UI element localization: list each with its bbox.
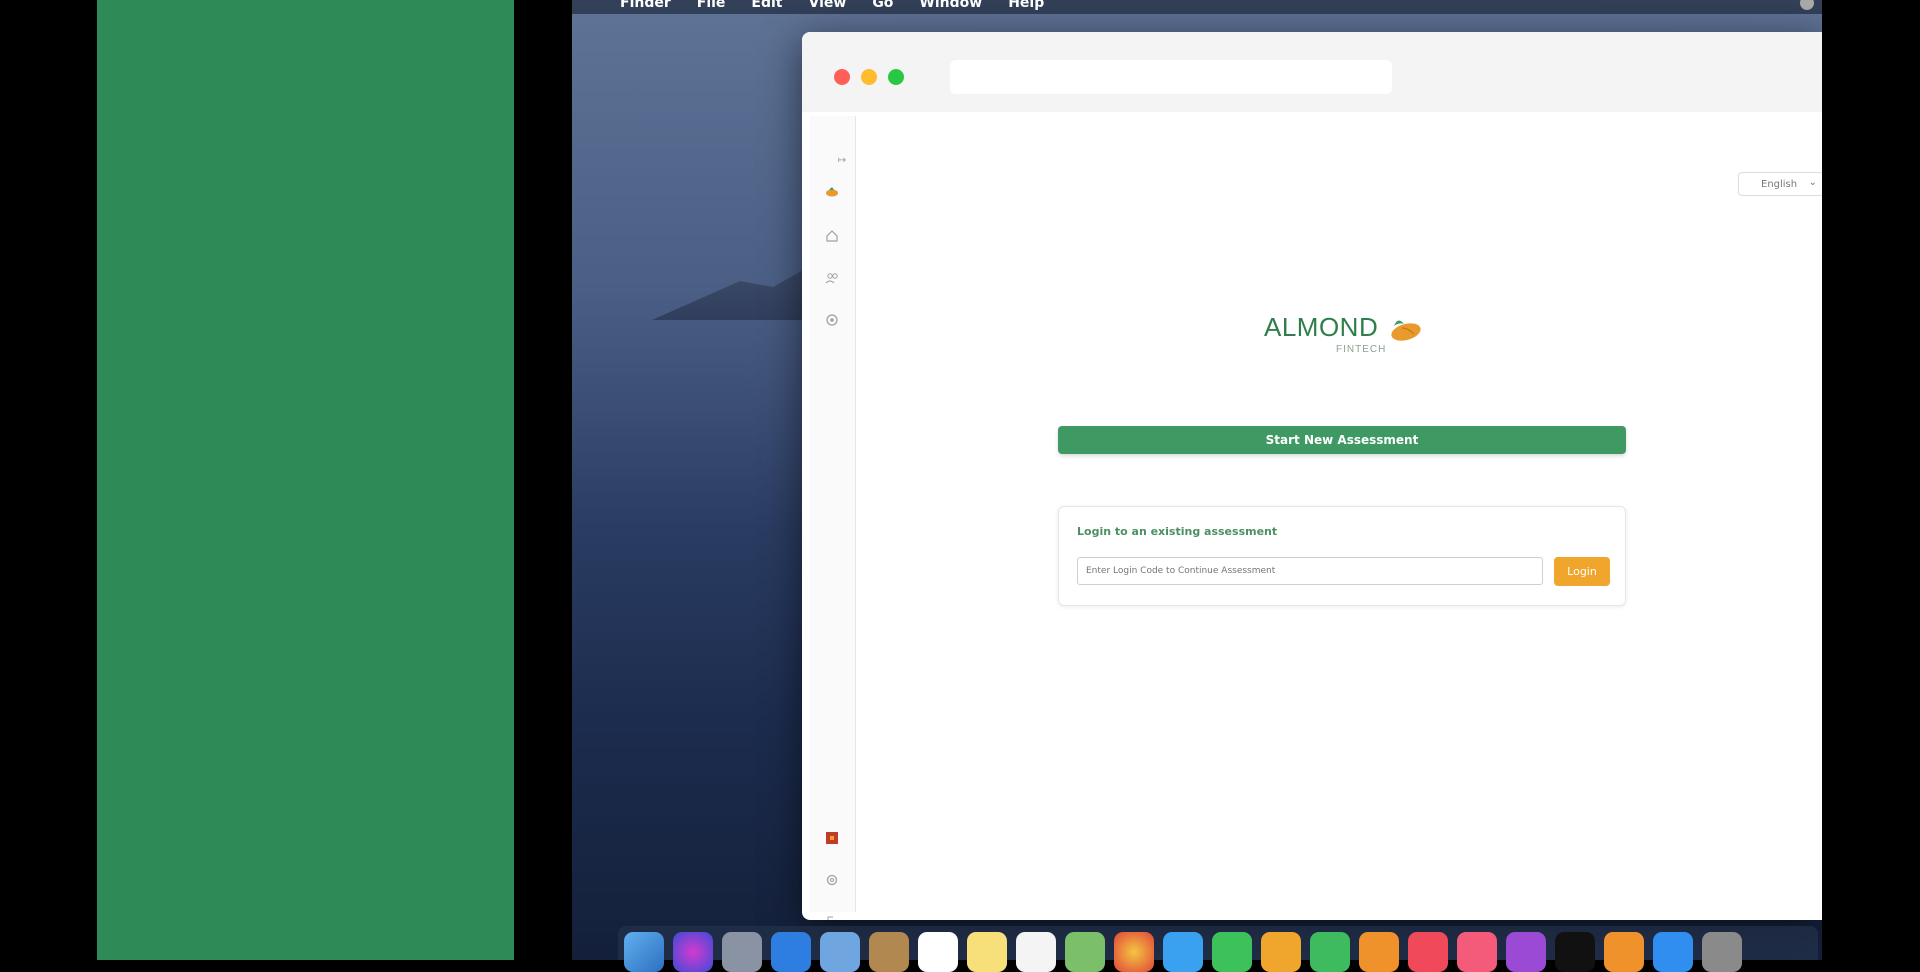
finder-icon[interactable] [624, 932, 664, 972]
podcasts-icon[interactable] [1506, 932, 1546, 972]
photos-icon[interactable] [1114, 932, 1154, 972]
start-new-assessment-button[interactable]: Start New Assessment [1058, 426, 1626, 454]
menu-file[interactable]: File [697, 0, 726, 11]
status-menu-icon[interactable] [1800, 0, 1814, 10]
tv-icon[interactable] [1555, 932, 1595, 972]
notes-icon[interactable] [967, 932, 1007, 972]
almond-logo-icon [1391, 320, 1421, 341]
menu-finder[interactable]: Finder [620, 0, 671, 11]
home-icon[interactable] [824, 228, 840, 244]
minimize-window-button[interactable] [861, 69, 877, 85]
facetime-icon[interactable] [1212, 932, 1252, 972]
app-sidebar: ↦ [810, 116, 856, 920]
chevron-down-icon: ⌄ [1808, 177, 1817, 188]
siri-icon[interactable] [673, 932, 713, 972]
users-icon[interactable] [824, 270, 840, 286]
numbers-icon[interactable] [1310, 932, 1350, 972]
close-window-button[interactable] [834, 69, 850, 85]
music-icon[interactable] [1457, 932, 1497, 972]
books-icon[interactable] [1604, 932, 1644, 972]
pages-icon[interactable] [1359, 932, 1399, 972]
address-bar[interactable] [950, 60, 1392, 94]
login-code-input[interactable] [1077, 557, 1543, 585]
title-bar [802, 32, 1822, 112]
left-green-panel [97, 0, 514, 960]
login-card-title: Login to an existing assessment [1077, 525, 1278, 538]
language-select[interactable]: English ⌄ [1738, 172, 1822, 196]
browser-window: ↦ English ⌄ ALMOND FINTECH Start New Ass… [802, 32, 1822, 920]
menu-bar: Finder File Edit View Go Window Help [572, 0, 1822, 14]
menu-view[interactable]: View [808, 0, 846, 11]
zoom-window-button[interactable] [888, 69, 904, 85]
system-preferences-icon[interactable] [1702, 932, 1742, 972]
settings-gear-icon[interactable] [824, 312, 840, 328]
launchpad-icon[interactable] [722, 932, 762, 972]
login-card: Login to an existing assessment Login [1058, 506, 1626, 606]
cog-icon[interactable] [824, 872, 840, 888]
flag-icon[interactable] [824, 830, 840, 846]
reminders-icon[interactable] [1016, 932, 1056, 972]
menu-edit[interactable]: Edit [751, 0, 782, 11]
main-content: English ⌄ ALMOND FINTECH Start New Asses… [856, 116, 1822, 920]
almond-logo: ALMOND FINTECH [1264, 312, 1464, 372]
app-store-icon[interactable] [1653, 932, 1693, 972]
logo-wordmark: ALMOND [1264, 312, 1379, 342]
collapse-icon[interactable]: ↦ [834, 152, 850, 168]
menu-go[interactable]: Go [872, 0, 893, 11]
calendar-icon[interactable] [918, 932, 958, 972]
dock [618, 926, 1818, 972]
login-button[interactable]: Login [1554, 557, 1610, 586]
maps-icon[interactable] [1065, 932, 1105, 972]
menu-help[interactable]: Help [1008, 0, 1044, 11]
preview-icon[interactable] [820, 932, 860, 972]
contacts-icon[interactable] [869, 932, 909, 972]
menu-window[interactable]: Window [919, 0, 982, 11]
language-value: English [1761, 178, 1798, 190]
logo-subtitle: FINTECH [1336, 344, 1387, 355]
logo-icon [824, 184, 840, 200]
keynote-icon[interactable] [1261, 932, 1301, 972]
messages-icon[interactable] [1163, 932, 1203, 972]
safari-icon[interactable] [771, 932, 811, 972]
logout-icon[interactable] [824, 914, 840, 920]
news-icon[interactable] [1408, 932, 1448, 972]
